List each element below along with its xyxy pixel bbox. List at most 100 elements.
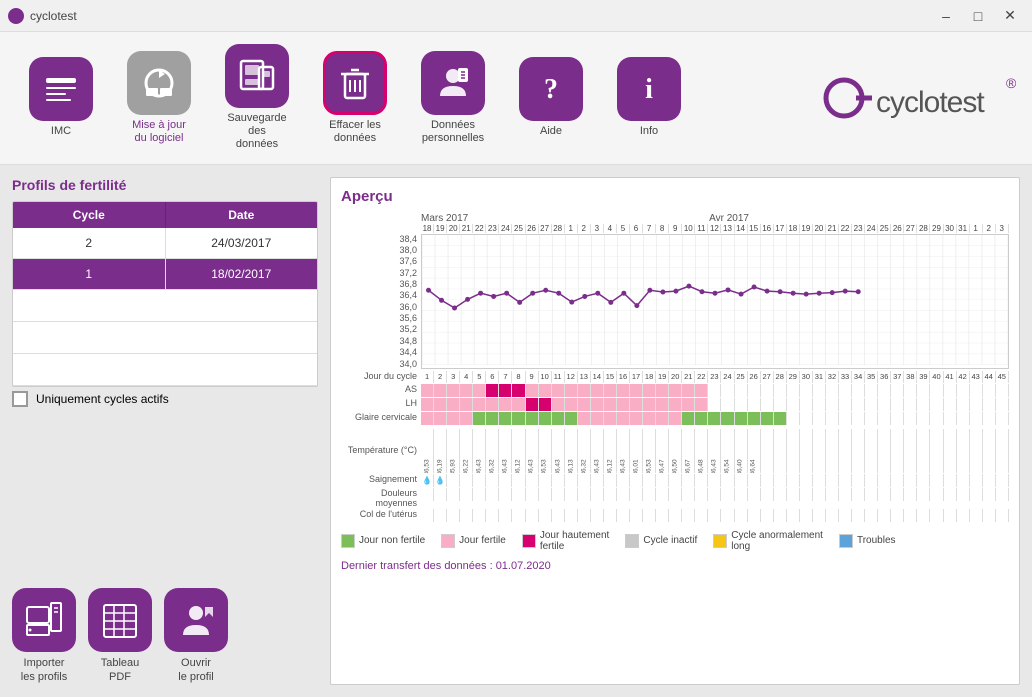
toolbar: IMC Mise à jourdu logiciel Sauvegarde de… bbox=[0, 32, 1032, 165]
lh-cells bbox=[421, 398, 1009, 411]
legend-troubles-color bbox=[839, 534, 853, 548]
legend: Jour non fertile Jour fertile Jour haute… bbox=[341, 530, 1009, 552]
col-date-header: Date bbox=[166, 202, 318, 228]
imc-label: IMC bbox=[51, 125, 71, 138]
jour-du-cycle-row: Jour du cycle 12345678910111213141516171… bbox=[341, 371, 1009, 383]
cycle-row-empty-2 bbox=[13, 322, 317, 354]
app-icon bbox=[8, 8, 24, 24]
cycle-1-num: 1 bbox=[13, 259, 166, 289]
temperature-chart bbox=[422, 235, 1008, 365]
info-icon: i bbox=[630, 70, 668, 108]
legend-troubles: Troubles bbox=[839, 530, 896, 552]
active-cycles-checkbox[interactable] bbox=[12, 391, 28, 407]
glaire-label: Glaire cervicale bbox=[341, 412, 421, 425]
ouvrir-icon bbox=[164, 588, 228, 652]
toolbar-imc[interactable]: IMC bbox=[16, 53, 106, 142]
cycle-row-2[interactable]: 2 24/03/2017 bbox=[13, 228, 317, 259]
col-cells bbox=[421, 509, 1009, 522]
lh-label: LH bbox=[341, 398, 421, 411]
legend-inactif-label: Cycle inactif bbox=[643, 535, 697, 546]
mise-a-jour-icon-wrap bbox=[127, 51, 191, 115]
svg-text:®: ® bbox=[1006, 75, 1016, 91]
logo-area: cyclotest ® bbox=[816, 68, 1016, 128]
imc-icon bbox=[42, 70, 80, 108]
tableau-icon bbox=[88, 588, 152, 652]
aide-icon: ? bbox=[532, 70, 570, 108]
mise-a-jour-label: Mise à jourdu logiciel bbox=[132, 119, 186, 145]
tableau-label: TableauPDF bbox=[101, 656, 140, 685]
effacer-icon-wrap bbox=[323, 51, 387, 115]
legend-non-fertile-color bbox=[341, 534, 355, 548]
legend-fertile: Jour fertile bbox=[441, 530, 506, 552]
ouvrir-button[interactable]: Ouvrirle profil bbox=[164, 588, 228, 685]
as-row: AS bbox=[341, 384, 1009, 397]
legend-fertile-label: Jour fertile bbox=[459, 535, 506, 546]
minimize-button[interactable]: – bbox=[932, 6, 960, 26]
toolbar-effacer[interactable]: Effacer lesdonnées bbox=[310, 47, 400, 149]
title-bar: cyclotest – □ ✕ bbox=[0, 0, 1032, 32]
legend-long-color bbox=[713, 534, 727, 548]
window-title: cyclotest bbox=[30, 9, 77, 23]
imc-icon-wrap bbox=[29, 57, 93, 121]
aide-label: Aide bbox=[540, 125, 562, 138]
left-panel: Profils de fertilité Cycle Date 2 24/03/… bbox=[0, 165, 330, 697]
glaire-row: Glaire cervicale bbox=[341, 412, 1009, 425]
glaire-cells bbox=[421, 412, 1009, 425]
douleurs-label: Douleurs moyennes bbox=[341, 488, 421, 508]
cycles-table-header: Cycle Date bbox=[13, 202, 317, 228]
saignement-cells: 💧💧 bbox=[421, 474, 1009, 487]
legend-long-label: Cycle anormalementlong bbox=[731, 530, 823, 552]
toolbar-sauvegarde[interactable]: Sauvegarde desdonnées bbox=[212, 40, 302, 156]
donnees-label: Donnéespersonnelles bbox=[422, 119, 484, 145]
transfer-date: Dernier transfert des données : 01.07.20… bbox=[341, 560, 1009, 572]
douleurs-cells bbox=[421, 488, 1009, 501]
checkbox-label: Uniquement cycles actifs bbox=[36, 392, 169, 406]
close-button[interactable]: ✕ bbox=[996, 6, 1024, 26]
importer-svg bbox=[23, 599, 65, 641]
cycle-2-date: 24/03/2017 bbox=[166, 228, 318, 258]
sauvegarde-label: Sauvegarde desdonnées bbox=[220, 112, 294, 152]
temp-value-label: Température (°C) bbox=[341, 429, 421, 473]
jour-du-cycle-label: Jour du cycle bbox=[341, 371, 421, 383]
cycle-2-num: 2 bbox=[13, 228, 166, 258]
chart-main-row: 38,4 38,0 37,6 37,2 36,8 36,4 36,0 35,6 … bbox=[341, 234, 1009, 369]
maximize-button[interactable]: □ bbox=[964, 6, 992, 26]
importer-button[interactable]: Importerles profils bbox=[12, 588, 76, 685]
importer-label: Importerles profils bbox=[21, 656, 67, 685]
month2-label: Avr 2017 bbox=[709, 213, 749, 224]
toolbar-mise-a-jour[interactable]: Mise à jourdu logiciel bbox=[114, 47, 204, 149]
effacer-icon bbox=[337, 64, 373, 102]
douleurs-row: Douleurs moyennes bbox=[341, 488, 1009, 508]
tableau-button[interactable]: TableauPDF bbox=[88, 588, 152, 685]
legend-fertile-color bbox=[441, 534, 455, 548]
fertility-profiles-title: Profils de fertilité bbox=[12, 177, 318, 193]
title-bar-controls: – □ ✕ bbox=[932, 6, 1024, 26]
right-panel: Aperçu Mars 2017 Avr 2017 18192021222324… bbox=[330, 177, 1020, 685]
chart-container: Mars 2017 Avr 2017 181920212223242526272… bbox=[341, 213, 1009, 522]
title-bar-left: cyclotest bbox=[8, 8, 77, 24]
chart-svg-container bbox=[421, 234, 1009, 369]
legend-inactif-color bbox=[625, 534, 639, 548]
cycle-row-empty-1 bbox=[13, 290, 317, 322]
legend-hautement-fertile: Jour hautementfertile bbox=[522, 530, 610, 552]
apercu-title: Aperçu bbox=[341, 188, 1009, 205]
fertility-profiles-section: Profils de fertilité Cycle Date 2 24/03/… bbox=[12, 177, 318, 407]
calendar-days-row: 1819202122232425262728123456789101112131… bbox=[421, 224, 1009, 233]
donnees-icon-wrap bbox=[421, 51, 485, 115]
toolbar-info[interactable]: i Info bbox=[604, 53, 694, 142]
cycles-table: Cycle Date 2 24/03/2017 1 18/02/2017 bbox=[12, 201, 318, 387]
info-icon-wrap: i bbox=[617, 57, 681, 121]
effacer-label: Effacer lesdonnées bbox=[329, 119, 381, 145]
sauvegarde-icon bbox=[237, 57, 277, 95]
temp-value-cells: 36,5336,1935,9336,2236,4336,3236,4336,12… bbox=[421, 429, 1009, 473]
toolbar-aide[interactable]: ? Aide bbox=[506, 53, 596, 142]
legend-inactif: Cycle inactif bbox=[625, 530, 697, 552]
cycle-1-date: 18/02/2017 bbox=[166, 259, 318, 289]
bottom-buttons: Importerles profils TableauPDF bbox=[12, 588, 318, 685]
toolbar-donnees[interactable]: Donnéespersonnelles bbox=[408, 47, 498, 149]
legend-troubles-label: Troubles bbox=[857, 535, 896, 546]
main-content: Profils de fertilité Cycle Date 2 24/03/… bbox=[0, 165, 1032, 697]
saignement-row: Saignement 💧💧 bbox=[341, 474, 1009, 487]
calendar-days: 1819202122232425262728123456789101112131… bbox=[421, 224, 1009, 233]
cycle-row-1[interactable]: 1 18/02/2017 bbox=[13, 259, 317, 290]
